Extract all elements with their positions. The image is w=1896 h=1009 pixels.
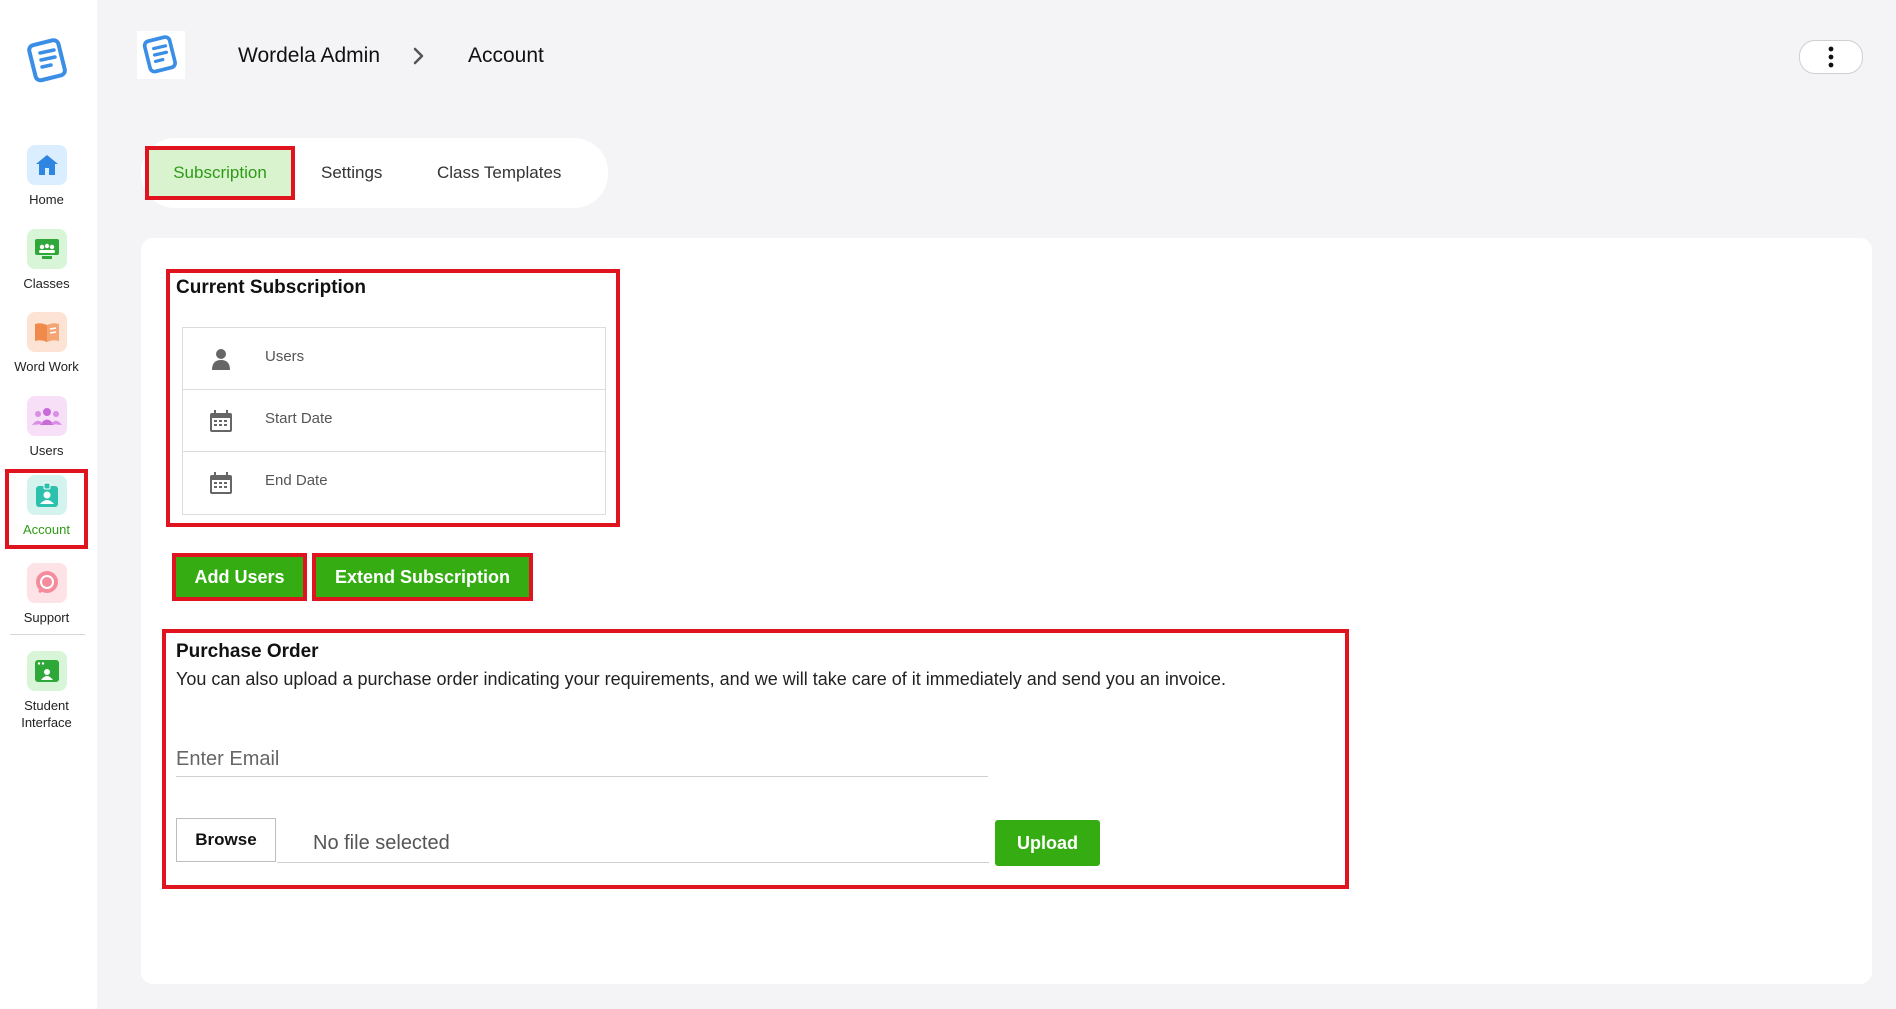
sidebar-item-word-work[interactable]: Word Work bbox=[5, 306, 88, 384]
extend-subscription-button[interactable]: Extend Subscription bbox=[312, 553, 533, 601]
sidebar-item-label: Student Interface bbox=[21, 698, 72, 730]
users-icon bbox=[26, 396, 67, 436]
chevron-right-icon bbox=[412, 46, 426, 71]
subscription-row-end-date: End Date bbox=[183, 452, 605, 514]
email-input[interactable] bbox=[176, 742, 988, 777]
home-icon bbox=[26, 145, 67, 185]
sidebar-item-label: Users bbox=[29, 443, 64, 458]
file-status: No file selected bbox=[313, 832, 450, 854]
add-users-button[interactable]: Add Users bbox=[172, 553, 307, 601]
subscription-row-label: Start Date bbox=[265, 410, 333, 427]
sidebar-item-label: Support bbox=[23, 610, 70, 625]
sidebar-item-classes[interactable]: Classes bbox=[5, 223, 88, 301]
calendar-icon bbox=[209, 471, 233, 495]
student-interface-icon bbox=[26, 651, 67, 691]
sidebar-item-label: Home bbox=[29, 192, 64, 207]
account-icon bbox=[26, 475, 67, 515]
purchase-order-description: You can also upload a purchase order ind… bbox=[176, 669, 1226, 689]
upload-button[interactable]: Upload bbox=[995, 820, 1100, 866]
sidebar-item-student-interface[interactable]: Student Interface bbox=[5, 645, 88, 735]
subscription-row-label: End Date bbox=[265, 472, 328, 489]
book-icon bbox=[26, 312, 67, 352]
browse-button[interactable]: Browse bbox=[176, 818, 276, 862]
breadcrumb-current: Account bbox=[468, 44, 544, 67]
subscription-table: Users Start Date End Date bbox=[182, 327, 606, 515]
current-subscription-title: Current Subscription bbox=[176, 277, 367, 298]
breadcrumb-root[interactable]: Wordela Admin bbox=[238, 42, 380, 70]
calendar-icon bbox=[209, 409, 233, 433]
user-icon bbox=[209, 347, 233, 371]
subscription-row-start-date: Start Date bbox=[183, 390, 605, 452]
sidebar-item-label: Account bbox=[23, 522, 70, 537]
sidebar-item-support[interactable]: Support bbox=[5, 557, 88, 635]
support-icon bbox=[26, 563, 67, 603]
header-logo-icon bbox=[137, 31, 185, 79]
app-logo-icon[interactable] bbox=[24, 36, 72, 84]
classes-icon bbox=[26, 229, 67, 269]
tab-settings[interactable]: Settings bbox=[321, 138, 382, 208]
sidebar-item-account[interactable]: Account bbox=[5, 469, 88, 549]
more-vertical-icon bbox=[1828, 46, 1834, 68]
sidebar-item-home[interactable]: Home bbox=[5, 139, 88, 217]
sidebar-item-label: Word Work bbox=[14, 359, 79, 374]
tab-bar: Subscription Settings Class Templates bbox=[141, 138, 608, 208]
more-menu-button[interactable] bbox=[1799, 40, 1863, 74]
sidebar-divider bbox=[10, 634, 85, 635]
subscription-row-users: Users bbox=[183, 328, 605, 390]
purchase-order-title: Purchase Order bbox=[176, 641, 319, 662]
tab-class-templates[interactable]: Class Templates bbox=[437, 138, 561, 208]
tab-subscription[interactable]: Subscription bbox=[145, 146, 295, 200]
sidebar-item-users[interactable]: Users bbox=[5, 390, 88, 468]
subscription-row-label: Users bbox=[265, 348, 305, 365]
sidebar: Home Classes Word Work Users Account Sup… bbox=[0, 0, 97, 1009]
sidebar-item-label: Classes bbox=[23, 276, 70, 291]
